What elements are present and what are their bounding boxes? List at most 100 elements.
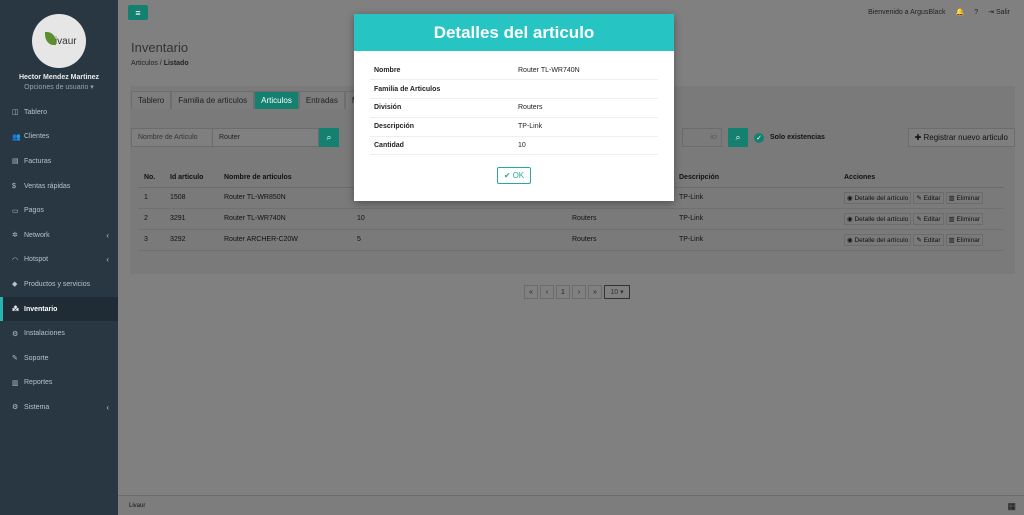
last-page-button[interactable]: » [588,285,602,299]
logout-link[interactable]: ⇥ Salir [988,8,1010,16]
cell-desc: TP-Link [673,187,838,209]
chart-icon: ▥ [12,379,19,387]
logout-label: Salir [995,9,1010,16]
sidebar-item-label: Sistema [24,403,50,411]
table-row: 3 3292 Router ARCHER-C20W 5 Routers TP-L… [138,229,1004,251]
detail-row: División Routers [370,98,658,118]
sidebar-item-facturas[interactable]: ▤ Facturas [0,149,118,174]
cell-actions: ◉ Detalle del artículo ✎ Editar ▥ Elimin… [838,187,1004,209]
menu-toggle-button[interactable]: ≡ [128,5,148,20]
search-button[interactable]: ⌕ [319,128,339,147]
page-title: Inventario [131,40,189,55]
register-article-button[interactable]: ✚ Registrar nuevo articulo [907,128,1015,147]
wrench-icon: ✎ [12,355,18,363]
first-page-button[interactable]: « [524,285,538,299]
edit-button[interactable]: ✎ Editar [913,191,944,204]
sidebar-item-tablero[interactable]: ◫ Tablero [0,100,118,125]
search-icon: ⌕ [326,132,332,142]
sidebar-item-inventario[interactable]: ⁂ Inventario [0,296,118,322]
cell-id: 3292 [164,229,218,251]
sidebar-item-pagos[interactable]: ▭ Pagos [0,198,118,223]
help-icon[interactable]: ? [974,9,978,16]
check-circle-icon[interactable]: ✓ [754,132,764,143]
modal-header: Detalles del articulo [354,14,674,51]
cell-id: 3291 [164,208,218,230]
sidebar-item-label: Soporte [24,354,49,362]
chevron-left-icon: ‹ [106,255,109,265]
detail-value: Router TL-WR740N [514,61,658,81]
sidebar-item-soporte[interactable]: ✎ Soporte [0,346,118,371]
next-page-button[interactable]: › [572,285,586,299]
cell-actions: ◉ Detalle del artículo ✎ Editar ▥ Elimin… [838,208,1004,230]
cubes-icon: ⁂ [12,306,19,314]
sitemap-icon[interactable]: ▦ [1007,501,1016,512]
delete-button[interactable]: ▥ Eliminar [945,212,983,225]
tab-entradas[interactable]: Entradas [298,91,345,109]
sidebar-item-network[interactable]: ✲ Network ‹ [0,223,118,248]
detail-row: Familia de Articulos [370,79,658,100]
ok-label: OK [512,171,525,180]
avatar[interactable]: Livaur [32,14,86,68]
cell-desc: TP-Link [673,229,838,251]
sidebar-item-label: Inventario [24,305,58,313]
detail-row: Descripción TP-Link [370,117,658,137]
sidebar-item-hotspot[interactable]: ◠ Hotspot ‹ [0,248,118,273]
sidebar-item-label: Hotspot [24,256,49,264]
only-stock-label[interactable]: Solo existencias [770,134,825,141]
sidebar-item-productos[interactable]: ◆ Productos y servicios [0,272,118,297]
ok-button[interactable]: ✔ OK [497,167,531,184]
user-name: Hector Mendez Martinez [18,74,100,81]
cell-desc: TP-Link [673,208,838,230]
tab-familia-articulos[interactable]: Familia de articulos [171,91,255,109]
network-icon: ✲ [12,232,18,240]
user-options-dropdown[interactable]: Opciones de usuario ▾ [0,83,118,91]
cell-id: 1508 [164,187,218,209]
footer-brand: Livaur [129,503,146,509]
article-details-modal: Detalles del articulo Nombre Router TL-WR… [354,14,674,201]
footer: Livaur ▦ [118,495,1024,515]
col-id: Id articulo [164,169,218,188]
breadcrumb-separator: / [159,60,162,67]
filter-tools: ici ⌕ ✓ Solo existencias [682,128,825,147]
page-size-select[interactable]: 10 ▾ [604,285,630,299]
sidebar-item-clientes[interactable]: 👥 Clientes [0,125,118,150]
tag-icon: ◆ [12,281,18,289]
bell-icon[interactable]: 🔔 [956,8,965,16]
tab-tablero[interactable]: Tablero [131,91,172,109]
col-name: Nombre de articulos [218,169,351,188]
page-1-button[interactable]: 1 [556,285,570,299]
sidebar-item-instalaciones[interactable]: ⚙ Instalaciones [0,321,118,346]
prev-page-button[interactable]: ‹ [540,285,554,299]
sidebar-item-ventas-rapidas[interactable]: $ Ventas rápidas [0,174,118,199]
sidebar-item-sistema[interactable]: ⚙ Sistema ‹ [0,395,118,420]
search-input[interactable]: Router [213,128,319,147]
detail-button[interactable]: ◉ Detalle del artículo [844,233,912,246]
sidebar-item-label: Network [24,231,50,239]
sidebar-item-label: Tablero [24,108,47,116]
col-desc: Descripción [673,169,838,188]
breadcrumb-parent[interactable]: Articulos [131,60,158,67]
detail-label: División [370,98,514,118]
sidebar-item-label: Ventas rápidas [24,182,71,190]
detail-button[interactable]: ◉ Detalle del artículo [844,212,912,225]
wifi-icon: ◠ [12,256,19,264]
edit-button[interactable]: ✎ Editar [913,233,944,246]
sidebar-item-label: Reportes [24,379,53,387]
users-icon: 👥 [12,133,21,141]
sidebar-item-reportes[interactable]: ▥ Reportes [0,371,118,396]
money-icon: ▭ [12,207,19,215]
secondary-search-button[interactable]: ⌕ [728,128,748,147]
secondary-search-input[interactable]: ici [682,128,722,147]
edit-button[interactable]: ✎ Editar [913,212,944,225]
delete-button[interactable]: ▥ Eliminar [945,233,983,246]
tab-articulos[interactable]: Articulos [254,91,299,109]
cell-name: Router TL-WR850N [218,187,351,209]
topbar-right: Bienvenido a ArgusBlack 🔔 ? ⇥ Salir [868,8,1010,17]
delete-button[interactable]: ▥ Eliminar [945,191,983,204]
detail-button[interactable]: ◉ Detalle del artículo [844,191,912,204]
cell-name: Router TL-WR740N [218,208,351,230]
details-table: Nombre Router TL-WR740N Familia de Articu… [370,61,658,156]
detail-label: Familia de Articulos [370,79,514,100]
sidebar-item-label: Pagos [24,207,44,215]
chevron-left-icon: ‹ [106,230,109,240]
